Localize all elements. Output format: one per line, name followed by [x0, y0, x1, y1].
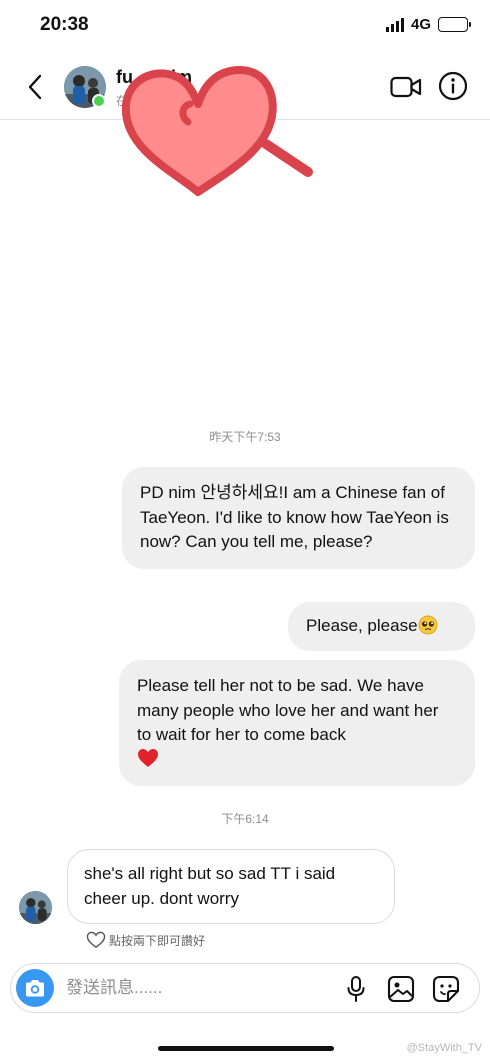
info-icon — [438, 71, 468, 101]
voice-message-button[interactable] — [342, 974, 370, 1004]
status-time: 20:38 — [40, 14, 89, 35]
heart-magnifier-sticker-icon — [121, 66, 313, 196]
info-button[interactable] — [438, 71, 468, 101]
chevron-left-icon — [28, 74, 42, 100]
sent-message-bubble[interactable]: Please tell her not to be sad. We have m… — [119, 660, 475, 786]
like-hint[interactable]: 點按兩下即可讚好 — [86, 931, 205, 949]
sent-message-bubble[interactable]: PD nim 안녕하세요!I am a Chinese fan of TaeYe… — [122, 467, 475, 569]
sticker-button[interactable] — [431, 974, 461, 1004]
sender-avatar[interactable] — [19, 891, 52, 924]
message-text: PD nim 안녕하세요!I am a Chinese fan of TaeYe… — [140, 483, 449, 551]
signal-icon — [385, 17, 404, 32]
back-button[interactable] — [20, 70, 50, 104]
message-input[interactable] — [66, 975, 326, 1001]
watermark: @StayWith_TV — [406, 1042, 482, 1054]
video-camera-icon — [390, 76, 422, 98]
microphone-icon — [347, 976, 365, 1002]
camera-icon — [26, 979, 44, 996]
message-composer — [10, 963, 480, 1013]
avatar-photo — [19, 891, 52, 924]
sticker-icon — [432, 975, 460, 1003]
message-timestamp: 昨天下午7:53 — [209, 430, 281, 444]
like-hint-text: 點按兩下即可讚好 — [109, 933, 206, 948]
status-indicators: 4G — [385, 16, 471, 33]
image-icon — [387, 975, 415, 1003]
message-text: Please, please — [306, 616, 418, 635]
battery-icon — [438, 17, 471, 32]
camera-button[interactable] — [16, 969, 54, 1007]
status-bar: 20:38 4G — [0, 0, 490, 52]
heart-outline-icon — [86, 931, 106, 949]
red-heart-emoji-icon — [138, 748, 158, 767]
message-timestamp: 下午6:14 — [221, 812, 269, 826]
online-status-dot — [92, 94, 106, 108]
pleading-face-emoji-icon — [418, 615, 438, 635]
received-message-bubble[interactable]: she's all right but so sad TT i said che… — [67, 849, 395, 924]
sent-message-bubble[interactable]: Please, please — [288, 602, 475, 651]
message-text: she's all right but so sad TT i said che… — [84, 864, 336, 908]
message-text: Please tell her not to be sad. We have m… — [137, 676, 439, 744]
gallery-button[interactable] — [386, 974, 416, 1004]
home-indicator[interactable] — [158, 1046, 334, 1051]
video-call-button[interactable] — [389, 72, 423, 102]
network-label: 4G — [410, 16, 431, 33]
